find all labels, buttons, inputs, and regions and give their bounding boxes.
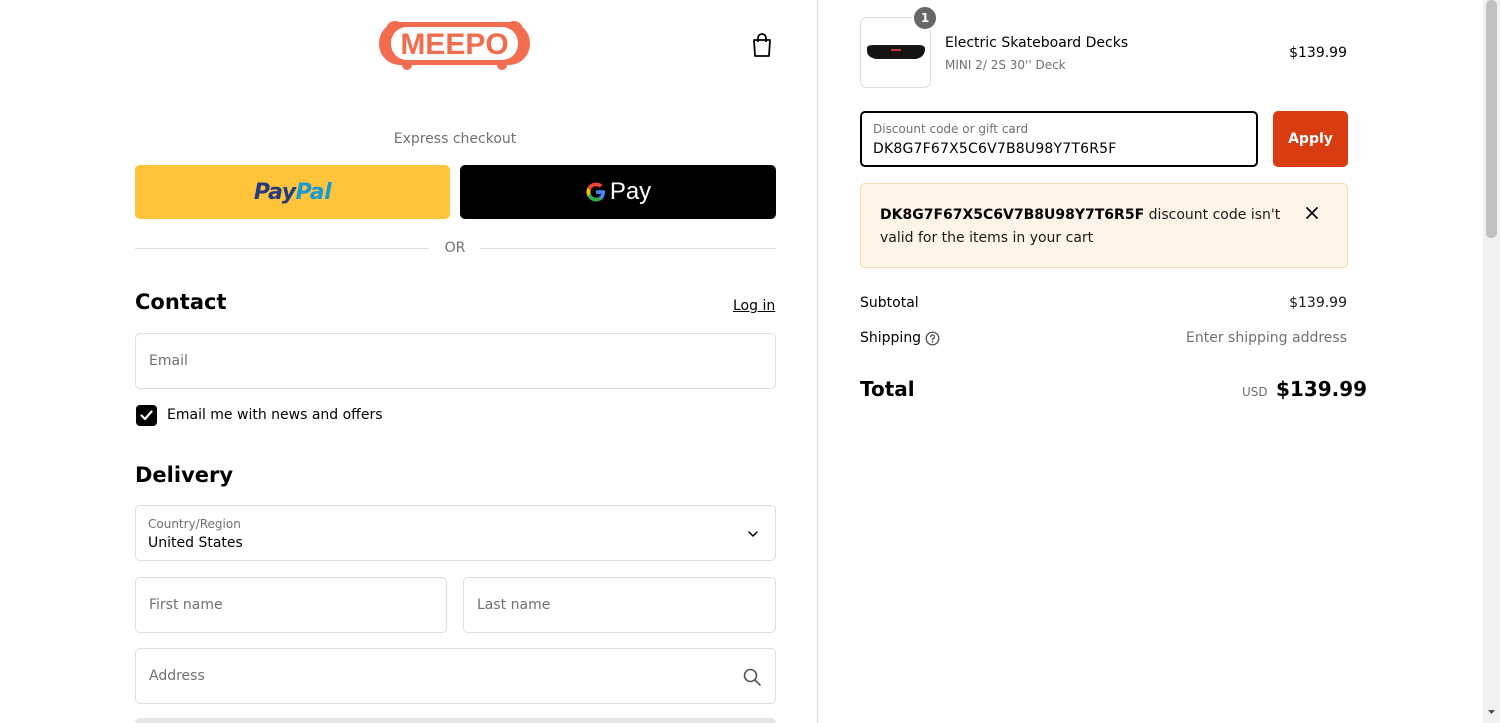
country-select[interactable]: Country/Region United States (135, 505, 776, 561)
product-title: Electric Skateboard Decks (945, 35, 1129, 51)
newsletter-checkbox[interactable] (136, 405, 157, 426)
express-checkout-label: Express checkout (393, 131, 517, 147)
google-pay-label: Pay (609, 178, 652, 205)
quantity-badge: 1 (912, 5, 938, 31)
checkmark-icon (140, 410, 153, 421)
newsletter-label: Email me with news and offers (167, 407, 383, 423)
discount-value: DK8G7F67X5C6V7B8U98Y7T6R5F (873, 141, 1117, 157)
divider-right (480, 248, 776, 249)
next-field-partial (135, 718, 776, 723)
paypal-logo: PayPal (253, 179, 332, 205)
last-name-field[interactable]: Last name (463, 577, 776, 633)
shipping-label: Shipping (860, 330, 922, 346)
google-pay-button[interactable]: Pay (460, 165, 776, 219)
alert-message: DK8G7F67X5C6V7B8U98Y7T6R5F discount code… (880, 204, 1290, 250)
discount-code-input[interactable]: Discount code or gift card DK8G7F67X5C6V… (860, 111, 1258, 167)
apply-button[interactable]: Apply (1273, 111, 1348, 167)
meepo-logo[interactable]: MEEPO (377, 16, 532, 71)
login-link[interactable]: Log in (733, 298, 775, 314)
divider-left (135, 248, 429, 249)
logo-text: MEEPO (400, 28, 508, 61)
close-icon[interactable] (1304, 205, 1320, 221)
or-separator: OR (444, 240, 466, 256)
discount-label: Discount code or gift card (873, 122, 1029, 136)
product-variant: MINI 2/ 2S 30'' Deck (945, 58, 1066, 72)
total-currency: USD (1242, 385, 1268, 399)
google-g-icon (586, 182, 605, 202)
subtotal-value: $139.99 (1289, 295, 1347, 311)
scroll-down-arrow-icon[interactable] (1486, 707, 1497, 717)
delivery-heading: Delivery (135, 463, 234, 487)
discount-error-alert: DK8G7F67X5C6V7B8U98Y7T6R5F discount code… (860, 183, 1348, 268)
total-value: $139.99 (1276, 377, 1368, 401)
email-placeholder: Email (149, 353, 188, 369)
first-name-field[interactable]: First name (135, 577, 447, 633)
help-circle-icon[interactable] (925, 331, 940, 346)
subtotal-label: Subtotal (860, 295, 919, 311)
country-label: Country/Region (148, 517, 241, 531)
column-divider (817, 0, 818, 723)
contact-heading: Contact (135, 290, 227, 314)
invalid-code: DK8G7F67X5C6V7B8U98Y7T6R5F (880, 207, 1145, 223)
address-field[interactable]: Address (135, 648, 776, 704)
paypal-button[interactable]: PayPal (135, 165, 450, 219)
address-placeholder: Address (149, 668, 205, 684)
product-price: $139.99 (1289, 45, 1347, 61)
shopping-bag-icon[interactable] (750, 32, 774, 58)
shipping-value: Enter shipping address (1186, 330, 1347, 346)
scrollbar-thumb[interactable] (1486, 0, 1497, 238)
last-name-placeholder: Last name (477, 597, 551, 613)
chevron-down-icon (748, 531, 758, 537)
search-icon[interactable] (742, 667, 762, 687)
first-name-placeholder: First name (149, 597, 223, 613)
email-field[interactable]: Email (135, 333, 776, 389)
country-value: United States (148, 535, 243, 551)
total-label: Total (860, 377, 915, 401)
